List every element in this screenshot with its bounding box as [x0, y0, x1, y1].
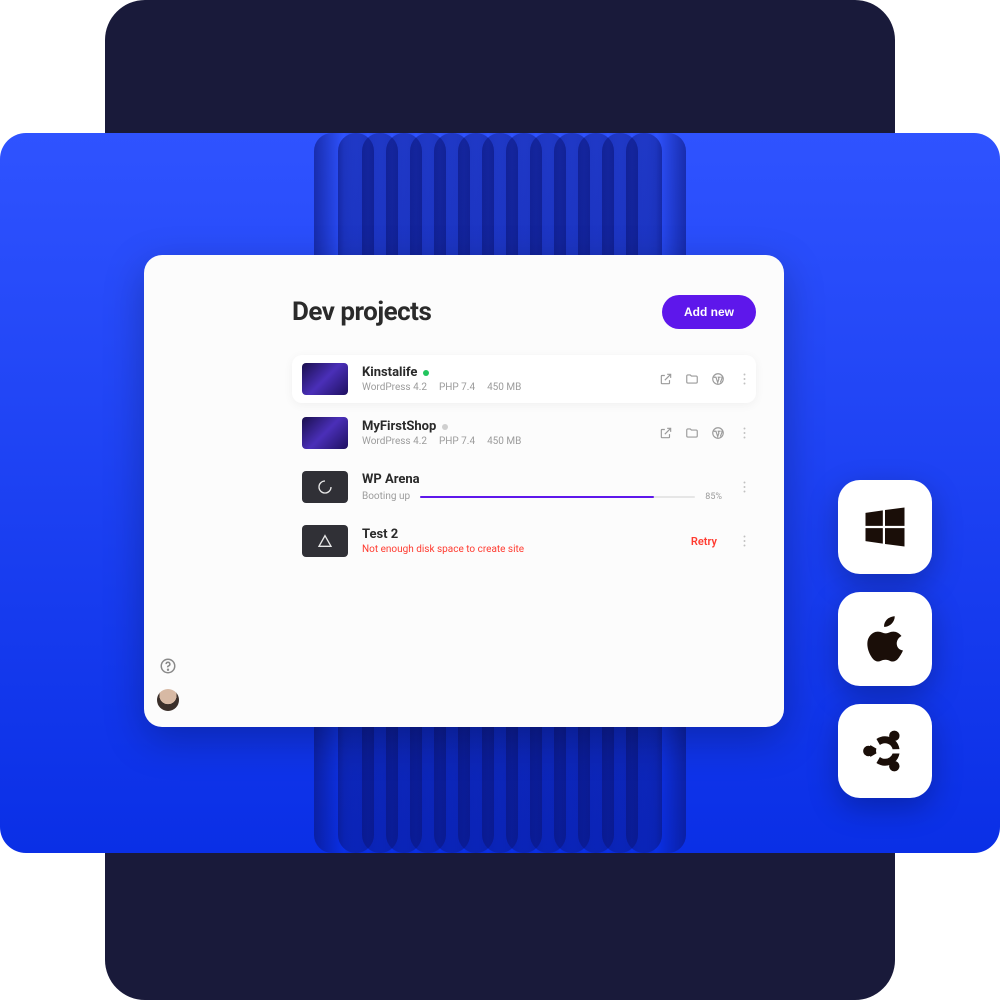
project-thumbnail-loading: [302, 471, 348, 503]
help-icon[interactable]: [159, 657, 177, 675]
wordpress-icon[interactable]: [711, 372, 725, 386]
project-name: MyFirstShop: [362, 419, 436, 434]
add-new-button[interactable]: Add new: [662, 295, 756, 329]
project-row[interactable]: Test 2 Not enough disk space to create s…: [292, 517, 756, 565]
project-size: 450 MB: [487, 436, 521, 447]
apple-icon: [859, 613, 911, 665]
open-external-icon[interactable]: [659, 426, 673, 440]
project-php-version: PHP 7.4: [439, 382, 475, 393]
windows-badge[interactable]: [838, 480, 932, 574]
wordpress-icon[interactable]: [711, 426, 725, 440]
spinner-icon: [317, 479, 333, 495]
project-row[interactable]: MyFirstShop WordPress 4.2 PHP 7.4 450 MB: [292, 409, 756, 457]
app-window: Dev projects Add new Kinstalife WordPres…: [144, 255, 784, 727]
ubuntu-icon: [859, 725, 911, 777]
project-wp-version: WordPress 4.2: [362, 436, 427, 447]
more-icon[interactable]: [743, 426, 746, 440]
booting-label: Booting up: [362, 491, 410, 502]
status-dot-running-icon: [423, 370, 429, 376]
more-icon[interactable]: [743, 534, 746, 548]
project-wp-version: WordPress 4.2: [362, 382, 427, 393]
apple-badge[interactable]: [838, 592, 932, 686]
progress-percent: 85%: [705, 492, 722, 502]
sidebar: [144, 255, 192, 727]
more-icon[interactable]: [743, 480, 746, 494]
project-name: WP Arena: [362, 472, 420, 487]
page-title: Dev projects: [292, 297, 431, 327]
project-php-version: PHP 7.4: [439, 436, 475, 447]
warning-icon: [317, 533, 333, 549]
open-external-icon[interactable]: [659, 372, 673, 386]
status-dot-stopped-icon: [442, 424, 448, 430]
project-thumbnail: [302, 363, 348, 395]
folder-icon[interactable]: [685, 372, 699, 386]
project-row[interactable]: Kinstalife WordPress 4.2 PHP 7.4 450 MB: [292, 355, 756, 403]
project-thumbnail-error: [302, 525, 348, 557]
project-error-message: Not enough disk space to create site: [362, 544, 524, 555]
ubuntu-badge[interactable]: [838, 704, 932, 798]
progress-bar: [420, 496, 695, 498]
project-name: Test 2: [362, 527, 398, 542]
more-icon[interactable]: [743, 372, 746, 386]
project-thumbnail: [302, 417, 348, 449]
project-size: 450 MB: [487, 382, 521, 393]
project-row[interactable]: WP Arena Booting up 85%: [292, 463, 756, 511]
folder-icon[interactable]: [685, 426, 699, 440]
avatar[interactable]: [157, 689, 179, 711]
project-list: Kinstalife WordPress 4.2 PHP 7.4 450 MB: [292, 355, 756, 565]
header: Dev projects Add new: [292, 295, 756, 329]
retry-button[interactable]: Retry: [691, 535, 717, 548]
os-badges: [838, 480, 932, 798]
project-name: Kinstalife: [362, 365, 417, 380]
progress-fill: [420, 496, 654, 498]
windows-icon: [859, 501, 911, 553]
main-panel: Dev projects Add new Kinstalife WordPres…: [192, 255, 784, 727]
